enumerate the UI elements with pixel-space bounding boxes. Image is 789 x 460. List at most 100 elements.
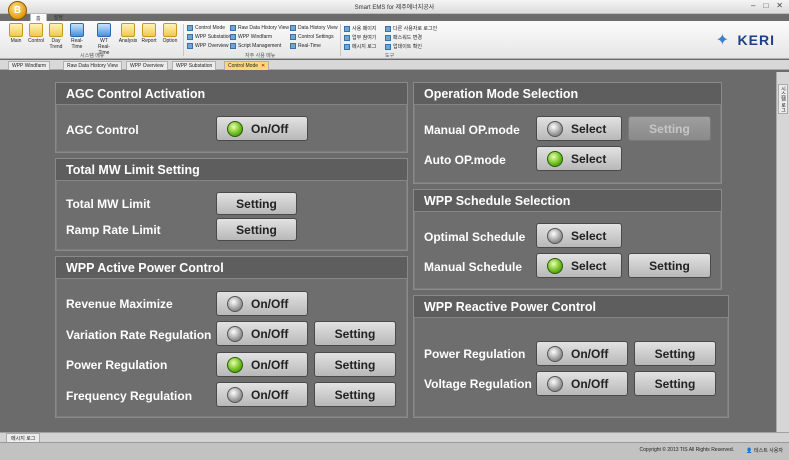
maximize-button[interactable]: □	[763, 1, 768, 10]
page-icon	[385, 43, 391, 50]
page-icon	[187, 43, 193, 49]
group-label-favorites: 자주 사용 메뉴	[245, 53, 276, 59]
variation-rate-setting-button[interactable]: Setting	[314, 321, 396, 346]
side-tab-system-log[interactable]: 시스템 로그	[778, 84, 788, 114]
ribbon-wpp-substation[interactable]: WPP Substation	[187, 34, 231, 40]
close-button[interactable]: ✕	[776, 1, 783, 10]
panel-title: AGC Control Activation	[56, 83, 407, 105]
frequency-regulation-setting-button[interactable]: Setting	[314, 382, 396, 407]
frequency-regulation-label: Frequency Regulation	[66, 389, 193, 403]
doc-tab-wpp-windfarm[interactable]: WPP Windfarm	[8, 61, 51, 70]
reactive-power-regulation-setting-button[interactable]: Setting	[634, 341, 716, 366]
ribbon-raw-data-history[interactable]: Raw Data History View	[230, 25, 289, 31]
ribbon-day-trend-button[interactable]: Day Trend	[46, 23, 66, 50]
ribbon-report-button[interactable]: Report	[139, 23, 159, 44]
minimize-button[interactable]: –	[751, 1, 755, 10]
user-icon: 👤	[746, 448, 753, 454]
variation-rate-toggle[interactable]: On/Off	[216, 321, 308, 346]
ribbon-option-button[interactable]: Option	[160, 23, 180, 44]
ribbon-check-update[interactable]: 업데이트 확인	[385, 43, 422, 50]
reactive-power-regulation-label: Power Regulation	[424, 347, 526, 361]
app-menu-orb[interactable]: B	[8, 1, 27, 20]
ribbon-change-password[interactable]: 패스워드 변경	[385, 34, 422, 41]
keri-logo: KERI	[737, 32, 775, 48]
led-off-icon	[547, 345, 563, 362]
reactive-power-regulation-toggle[interactable]: On/Off	[536, 341, 628, 366]
agc-control-toggle[interactable]: On/Off	[216, 116, 308, 141]
page-icon	[385, 25, 391, 32]
led-off-icon	[227, 295, 243, 312]
panel-title: WPP Reactive Power Control	[414, 296, 728, 318]
ribbon-control-mode[interactable]: Control Mode	[187, 25, 225, 31]
ribbon-data-history[interactable]: Data History View	[290, 25, 338, 31]
ribbon-control-button[interactable]: Control	[26, 23, 46, 44]
ribbon-user-page[interactable]: 사용 페이지	[344, 25, 376, 32]
voltage-regulation-toggle[interactable]: On/Off	[536, 371, 628, 396]
voltage-regulation-label: Voltage Regulation	[424, 377, 532, 391]
panel-wpp-schedule: WPP Schedule Selection Optimal Schedule …	[413, 189, 722, 290]
doc-tab-wpp-substation[interactable]: WPP Substation	[172, 61, 217, 70]
power-regulation-label: Power Regulation	[66, 358, 168, 372]
page-icon	[344, 34, 350, 41]
document-tabs: WPP Windfarm Raw Data History View WPP O…	[0, 60, 789, 70]
led-off-icon	[547, 227, 563, 244]
led-off-icon	[227, 325, 243, 342]
manual-schedule-label: Manual Schedule	[424, 260, 523, 274]
power-regulation-setting-button[interactable]: Setting	[314, 352, 396, 377]
ribbon-wpp-overview[interactable]: WPP Overview	[187, 43, 229, 49]
page-icon	[230, 25, 236, 31]
total-mw-limit-label: Total MW Limit	[66, 197, 151, 211]
ribbon-main-button[interactable]: Main	[6, 23, 26, 44]
led-on-icon	[227, 120, 243, 137]
led-off-icon	[547, 375, 563, 392]
ribbon-script-management[interactable]: Script Management	[230, 43, 281, 49]
page-icon	[385, 34, 391, 41]
doc-tab-control-mode[interactable]: Control Mode ✕	[224, 61, 270, 70]
ribbon-analysis-button[interactable]: Analysis	[118, 23, 138, 44]
status-bar: Copyright © 2013 TIS All Rights Reserved…	[0, 442, 789, 460]
auto-op-mode-select-button[interactable]: Select	[536, 146, 622, 171]
ribbon-login-other[interactable]: 다른 사용자로 로그인	[385, 25, 437, 32]
page-icon	[230, 43, 236, 49]
manual-schedule-setting-button[interactable]: Setting	[628, 253, 711, 278]
panel-title: WPP Schedule Selection	[414, 190, 721, 212]
auto-op-mode-label: Auto OP.mode	[424, 153, 506, 167]
revenue-maximize-toggle[interactable]: On/Off	[216, 291, 308, 316]
optimal-schedule-select-button[interactable]: Select	[536, 223, 622, 248]
option-icon	[163, 23, 177, 37]
frequency-regulation-toggle[interactable]: On/Off	[216, 382, 308, 407]
right-side-strip: 시스템 로그	[776, 72, 789, 434]
led-on-icon	[547, 150, 563, 167]
panel-wpp-active-power: WPP Active Power Control Revenue Maximiz…	[55, 256, 408, 418]
current-user: 👤 테스트 사용자	[746, 448, 783, 454]
manual-op-mode-label: Manual OP.mode	[424, 123, 520, 137]
page-icon	[290, 43, 296, 49]
panel-operation-mode: Operation Mode Selection Manual OP.mode …	[413, 82, 722, 184]
window-title: Smart EMS for 제주에너지공사	[354, 5, 435, 11]
doc-tab-raw-data-history[interactable]: Raw Data History View	[63, 61, 123, 70]
ribbon-wpp-windfarm[interactable]: WPP Windfarm	[230, 34, 272, 40]
manual-op-mode-setting-button[interactable]: Setting	[628, 116, 711, 141]
page-icon	[230, 34, 236, 40]
total-mw-limit-setting-button[interactable]: Setting	[216, 192, 297, 215]
led-off-icon	[227, 386, 243, 403]
close-tab-icon[interactable]: ✕	[261, 63, 265, 69]
voltage-regulation-setting-button[interactable]: Setting	[634, 371, 716, 396]
trend-icon	[49, 23, 63, 37]
message-log-bar: 메시지 로그	[0, 432, 789, 444]
panel-title: WPP Active Power Control	[56, 257, 407, 279]
ribbon-message-log[interactable]: 메시지 로그	[344, 43, 376, 50]
page-icon	[344, 25, 350, 32]
copyright-text: Copyright © 2013 TIS All Rights Reserved…	[639, 447, 734, 453]
ribbon-realtime-button[interactable]: Real-Time	[67, 23, 87, 50]
manual-schedule-select-button[interactable]: Select	[536, 253, 622, 278]
optimal-schedule-label: Optimal Schedule	[424, 230, 526, 244]
ramp-rate-limit-setting-button[interactable]: Setting	[216, 218, 297, 241]
doc-tab-wpp-overview[interactable]: WPP Overview	[126, 61, 168, 70]
power-regulation-toggle[interactable]: On/Off	[216, 352, 308, 377]
ribbon-control-settings[interactable]: Control Settings	[290, 34, 334, 40]
ribbon-realtime-page[interactable]: Real-Time	[290, 43, 321, 49]
manual-op-mode-select-button[interactable]: Select	[536, 116, 622, 141]
ribbon-work-log[interactable]: 업무 참여기	[344, 34, 376, 41]
page-icon	[187, 34, 193, 40]
